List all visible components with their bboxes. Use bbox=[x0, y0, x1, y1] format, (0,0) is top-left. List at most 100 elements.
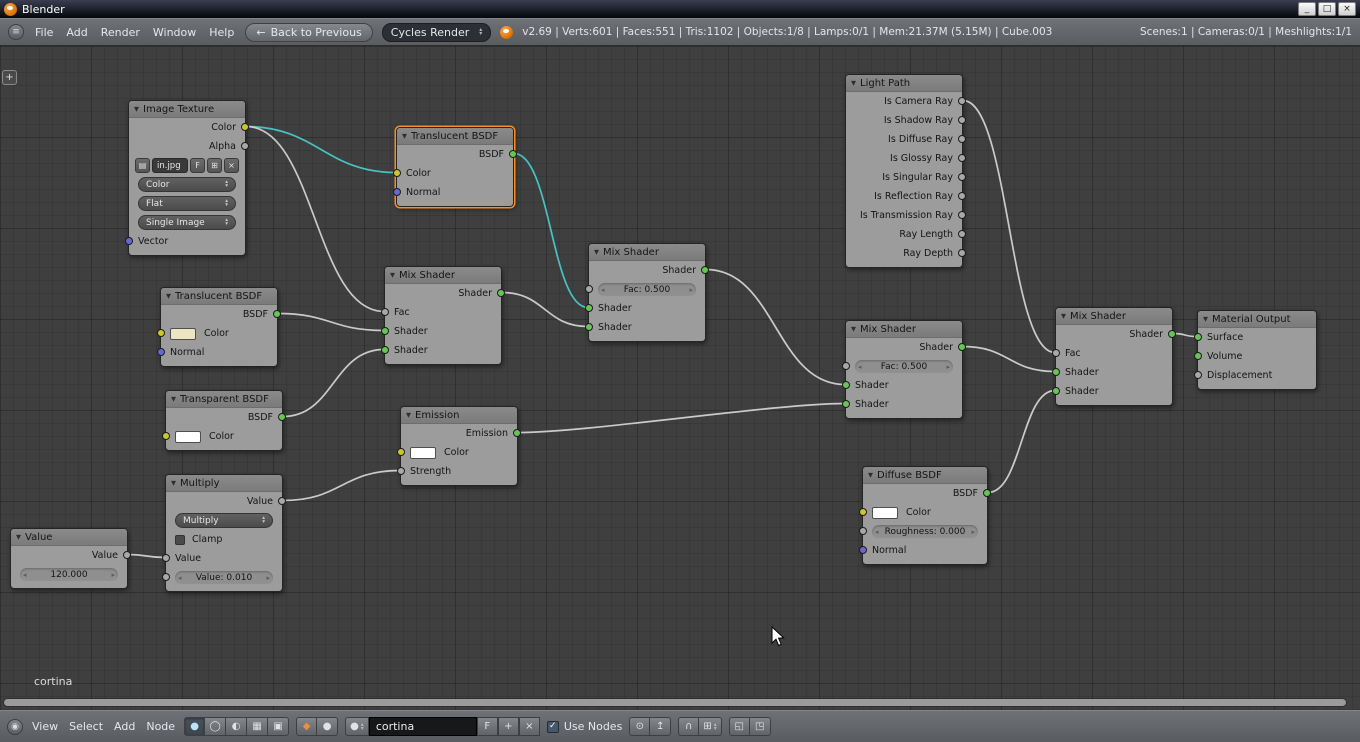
dropdown-single-image[interactable]: Single Image▴▾ bbox=[138, 215, 236, 230]
menu-add[interactable]: Add bbox=[64, 26, 89, 39]
socket-value-0-010[interactable] bbox=[162, 573, 170, 581]
node-header[interactable]: ▼Mix Shader bbox=[589, 244, 705, 261]
node-header[interactable]: ▼Mix Shader bbox=[385, 267, 501, 284]
socket-value[interactable] bbox=[123, 551, 131, 559]
node-header[interactable]: ▼Mix Shader bbox=[846, 321, 962, 338]
image-name-field[interactable]: in.jpg bbox=[152, 158, 188, 173]
socket-fac-0-500[interactable] bbox=[585, 285, 593, 293]
collapse-icon[interactable]: ▼ bbox=[134, 105, 139, 113]
socket-volume[interactable] bbox=[1194, 352, 1202, 360]
socket-bsdf[interactable] bbox=[278, 413, 286, 421]
increment-icon[interactable]: ▸ bbox=[689, 286, 693, 294]
collapse-icon[interactable]: ▼ bbox=[166, 292, 171, 300]
color-swatch[interactable] bbox=[410, 447, 436, 459]
slider-roughness-0-000[interactable]: ◂Roughness: 0.000▸ bbox=[872, 525, 978, 539]
menu-file[interactable]: File bbox=[33, 26, 55, 39]
socket-is-shadow-ray[interactable] bbox=[958, 116, 966, 124]
socket-is-camera-ray[interactable] bbox=[958, 97, 966, 105]
restore-button[interactable]: □ bbox=[1318, 2, 1336, 16]
node-header[interactable]: ▼Diffuse BSDF bbox=[863, 467, 987, 484]
slider-fac-0-500[interactable]: ◂Fac: 0.500▸ bbox=[598, 283, 696, 297]
increment-icon[interactable]: ▸ bbox=[946, 363, 950, 371]
collapse-icon[interactable]: ▼ bbox=[402, 132, 407, 140]
collapse-icon[interactable]: ▼ bbox=[594, 248, 599, 256]
pin-button[interactable]: ⊙ bbox=[629, 717, 650, 736]
node-matout[interactable]: ▼Material OutputSurfaceVolumeDisplacemen… bbox=[1197, 310, 1317, 390]
snap-magnet-button[interactable]: ∩ bbox=[678, 717, 699, 736]
socket-is-glossy-ray[interactable] bbox=[958, 154, 966, 162]
object-icon-button[interactable]: ◆ bbox=[296, 717, 317, 736]
menu-window[interactable]: Window bbox=[151, 26, 198, 39]
dropdown-flat[interactable]: Flat▴▾ bbox=[138, 196, 236, 211]
socket-surface[interactable] bbox=[1194, 333, 1202, 341]
socket-shader[interactable] bbox=[958, 343, 966, 351]
menu-view[interactable]: View bbox=[30, 720, 60, 733]
socket-color[interactable] bbox=[859, 508, 867, 516]
socket-strength[interactable] bbox=[397, 467, 405, 475]
socket-normal[interactable] bbox=[157, 348, 165, 356]
menu-select[interactable]: Select bbox=[67, 720, 105, 733]
fake-user-button[interactable]: F bbox=[190, 158, 205, 173]
node-value[interactable]: ▼ValueValue◂120.000▸ bbox=[10, 528, 128, 589]
use-nodes-checkbox[interactable]: ✓ Use Nodes bbox=[547, 720, 623, 733]
node-mix1[interactable]: ▼Mix ShaderShader◂Fac: 0.500▸ShaderShade… bbox=[588, 243, 706, 342]
dropdown-multiply[interactable]: Multiply▴▾ bbox=[175, 513, 273, 528]
lamp-nodes-button[interactable]: ◐ bbox=[226, 717, 247, 736]
collapse-icon[interactable]: ▼ bbox=[1203, 315, 1208, 323]
browse-material-button[interactable]: ● ▴▾ bbox=[345, 717, 369, 736]
collapse-icon[interactable]: ▼ bbox=[851, 79, 856, 87]
paste-nodes-button[interactable]: ◳ bbox=[750, 717, 771, 736]
new-material-button[interactable]: + bbox=[498, 717, 519, 736]
material-name-field[interactable] bbox=[369, 717, 477, 736]
menu-add[interactable]: Add bbox=[112, 720, 137, 733]
unlink-material-button[interactable]: × bbox=[519, 717, 540, 736]
socket-alpha[interactable] bbox=[241, 142, 249, 150]
node-header[interactable]: ▼Image Texture bbox=[129, 101, 245, 118]
node-header[interactable]: ▼Mix Shader bbox=[1056, 308, 1172, 325]
socket-shader[interactable] bbox=[497, 289, 505, 297]
socket-displacement[interactable] bbox=[1194, 371, 1202, 379]
socket-fac-0-500[interactable] bbox=[842, 362, 850, 370]
socket-shader[interactable] bbox=[381, 346, 389, 354]
socket-color[interactable] bbox=[162, 432, 170, 440]
increment-icon[interactable]: ▸ bbox=[111, 571, 115, 579]
unlink-image-button[interactable]: × bbox=[224, 158, 239, 173]
material-nodes-button[interactable]: ● bbox=[184, 717, 205, 736]
increment-icon[interactable]: ▸ bbox=[971, 528, 975, 536]
node-emission[interactable]: ▼EmissionEmissionColorStrength bbox=[400, 406, 518, 486]
socket-shader[interactable] bbox=[701, 266, 709, 274]
copy-nodes-button[interactable]: ◱ bbox=[729, 717, 750, 736]
pack-image-button[interactable]: ⊞ bbox=[207, 158, 222, 173]
socket-shader[interactable] bbox=[381, 327, 389, 335]
socket-shader[interactable] bbox=[1052, 368, 1060, 376]
socket-color[interactable] bbox=[157, 329, 165, 337]
node-header[interactable]: ▼Transparent BSDF bbox=[166, 391, 282, 408]
node-imgtex[interactable]: ▼Image TextureColorAlpha▤in.jpgF⊞×Color▴… bbox=[128, 100, 246, 256]
slider-fac-0-500[interactable]: ◂Fac: 0.500▸ bbox=[855, 360, 953, 374]
menu-node[interactable]: Node bbox=[144, 720, 177, 733]
socket-shader[interactable] bbox=[1168, 330, 1176, 338]
socket-shader[interactable] bbox=[585, 323, 593, 331]
node-header[interactable]: ▼Translucent BSDF bbox=[161, 288, 277, 305]
socket-is-transmission-ray[interactable] bbox=[958, 211, 966, 219]
color-swatch[interactable] bbox=[170, 328, 196, 340]
socket-shader[interactable] bbox=[842, 400, 850, 408]
render-engine-select[interactable]: Cycles Render ▴▾ bbox=[382, 23, 491, 42]
socket-vector[interactable] bbox=[125, 237, 133, 245]
world-nodes-button[interactable]: ◯ bbox=[205, 717, 226, 736]
collapse-icon[interactable]: ▼ bbox=[390, 271, 395, 279]
minimize-button[interactable]: _ bbox=[1298, 2, 1316, 16]
collapse-icon[interactable]: ▼ bbox=[851, 325, 856, 333]
collapse-icon[interactable]: ▼ bbox=[1061, 312, 1066, 320]
socket-bsdf[interactable] bbox=[983, 489, 991, 497]
node-mix4[interactable]: ▼Mix ShaderShaderFacShaderShader bbox=[1055, 307, 1173, 406]
scrollbar-thumb[interactable] bbox=[4, 699, 1346, 706]
collapse-icon[interactable]: ▼ bbox=[16, 533, 21, 541]
socket-bsdf[interactable] bbox=[509, 150, 517, 158]
node-transp[interactable]: ▼Transparent BSDFBSDFColor bbox=[165, 390, 283, 451]
menu-help[interactable]: Help bbox=[207, 26, 236, 39]
node-header[interactable]: ▼Translucent BSDF bbox=[397, 128, 513, 145]
increment-icon[interactable]: ▸ bbox=[266, 574, 270, 582]
socket-emission[interactable] bbox=[513, 429, 521, 437]
region-expand-button[interactable]: + bbox=[2, 70, 17, 85]
